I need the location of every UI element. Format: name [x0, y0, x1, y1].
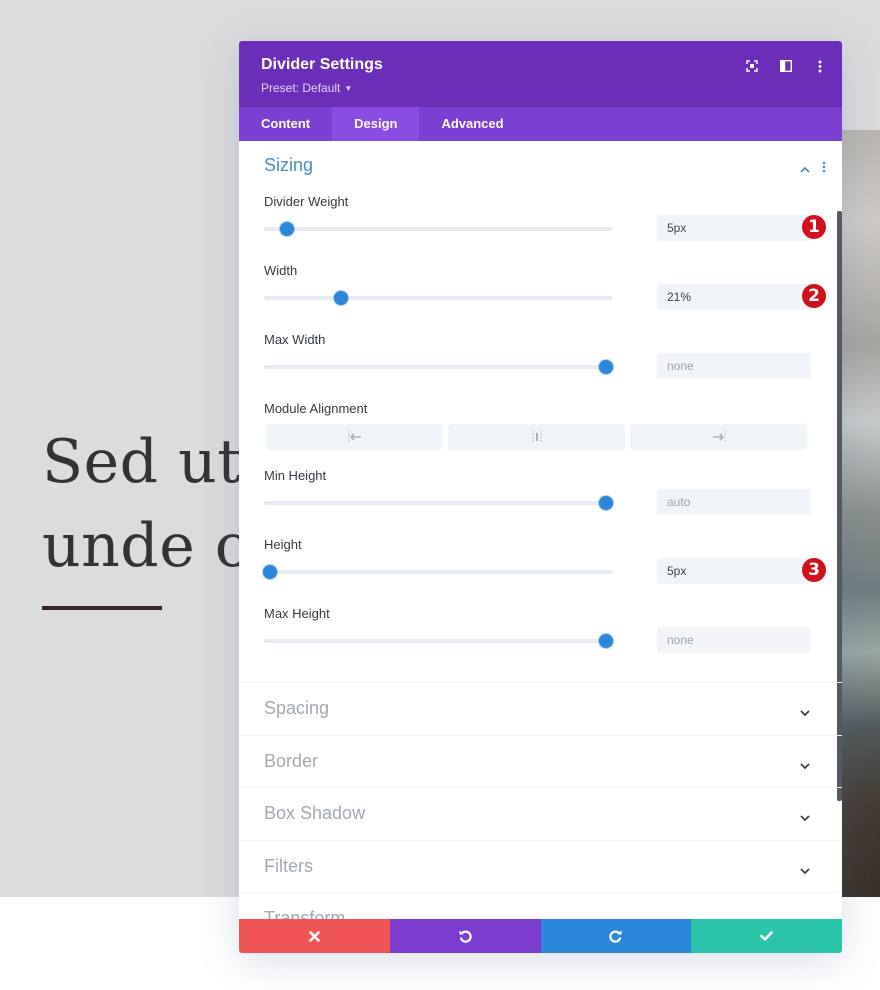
- field-label: Max Height: [264, 606, 330, 621]
- section-border[interactable]: Border: [239, 734, 842, 788]
- section-title: Filters: [264, 855, 313, 876]
- field-label: Min Height: [264, 468, 327, 483]
- more-options-icon[interactable]: [812, 58, 828, 74]
- slider-thumb[interactable]: [599, 634, 614, 648]
- min-height-input[interactable]: auto: [657, 489, 811, 515]
- annotation-badge: 2: [802, 284, 826, 308]
- undo-button[interactable]: [389, 919, 541, 953]
- section-title: Sizing: [264, 155, 314, 175]
- settings-tabs: Content Design Advanced: [239, 107, 842, 141]
- section-spacing[interactable]: Spacing: [239, 682, 842, 735]
- chevron-down-icon: [800, 809, 810, 827]
- chevron-up-icon[interactable]: [800, 160, 810, 178]
- align-right-icon: [712, 431, 725, 443]
- caret-down-icon: ▼: [344, 84, 353, 93]
- preset-label: Preset: Default: [261, 81, 341, 95]
- align-center-icon: [532, 431, 541, 443]
- annotation-badge: 1: [802, 215, 826, 239]
- chevron-down-icon: [800, 862, 810, 880]
- section-filters[interactable]: Filters: [239, 839, 842, 893]
- tab-content[interactable]: Content: [239, 107, 332, 141]
- preset-selector[interactable]: Preset: Default ▼: [261, 81, 352, 95]
- sidebar-toggle-icon[interactable]: [778, 58, 794, 74]
- undo-icon: [459, 930, 472, 943]
- divider-weight-slider[interactable]: [264, 222, 613, 236]
- field-divider-weight: Divider Weight 5px 1: [239, 193, 842, 262]
- slider-thumb[interactable]: [280, 222, 295, 236]
- divider-settings-modal: Divider Settings Preset: Default ▼ Conten…: [239, 41, 842, 953]
- section-options-icon[interactable]: [822, 160, 826, 178]
- check-icon: [760, 931, 773, 941]
- save-button[interactable]: [691, 919, 842, 953]
- tab-design[interactable]: Design: [332, 107, 420, 141]
- field-label: Max Width: [264, 332, 326, 347]
- chevron-down-icon: [800, 704, 810, 722]
- align-center-button[interactable]: [448, 424, 625, 450]
- divider-weight-input[interactable]: 5px: [657, 215, 811, 241]
- align-left-icon: [348, 431, 361, 443]
- field-height: Height 5px 3: [239, 536, 842, 605]
- redo-button[interactable]: [540, 919, 692, 953]
- max-width-slider[interactable]: [264, 360, 614, 374]
- field-max-height: Max Height none: [239, 605, 842, 682]
- tab-advanced[interactable]: Advanced: [419, 107, 525, 141]
- field-label: Divider Weight: [264, 194, 349, 209]
- field-width: Width 21% 2: [239, 262, 842, 331]
- min-height-slider[interactable]: [264, 496, 614, 510]
- hero-divider-line: [42, 606, 162, 610]
- section-transform[interactable]: Transform: [239, 892, 842, 919]
- modal-footer: [239, 919, 842, 953]
- modal-body: Sizing Divider Weight 5px 1 Width 21% 2: [239, 141, 842, 919]
- align-left-button[interactable]: [266, 424, 443, 450]
- section-title: Box Shadow: [264, 803, 366, 823]
- chevron-down-icon: [800, 757, 810, 775]
- annotation-badge: 3: [802, 558, 826, 582]
- modal-header: Divider Settings Preset: Default ▼: [239, 41, 842, 107]
- slider-thumb[interactable]: [599, 360, 614, 374]
- section-title: Spacing: [264, 698, 330, 718]
- field-min-height: Min Height auto: [239, 467, 842, 536]
- height-slider[interactable]: [262, 565, 613, 579]
- expand-icon[interactable]: [744, 58, 760, 74]
- redo-icon: [609, 930, 622, 943]
- modal-title: Divider Settings: [261, 56, 383, 73]
- section-box-shadow[interactable]: Box Shadow: [239, 787, 842, 840]
- field-module-alignment: Module Alignment: [239, 400, 842, 467]
- section-title: Border: [264, 750, 319, 771]
- width-slider[interactable]: [264, 291, 613, 305]
- field-label: Height: [264, 537, 302, 552]
- section-title: Transform: [264, 908, 346, 919]
- background-photo: [842, 130, 880, 897]
- max-width-input[interactable]: none: [657, 353, 811, 379]
- slider-thumb[interactable]: [333, 291, 348, 305]
- max-height-input[interactable]: none: [657, 627, 811, 653]
- align-right-button[interactable]: [630, 424, 807, 450]
- discard-button[interactable]: [239, 919, 390, 953]
- height-input[interactable]: 5px: [657, 558, 811, 584]
- width-input[interactable]: 21%: [657, 284, 811, 310]
- field-label: Width: [264, 263, 298, 278]
- sizing-section-header[interactable]: Sizing: [239, 141, 842, 193]
- max-height-slider[interactable]: [264, 634, 614, 648]
- slider-thumb[interactable]: [599, 496, 614, 510]
- slider-thumb[interactable]: [262, 565, 277, 579]
- close-icon: [309, 930, 320, 942]
- field-label: Module Alignment: [264, 401, 368, 416]
- field-max-width: Max Width none: [239, 331, 842, 400]
